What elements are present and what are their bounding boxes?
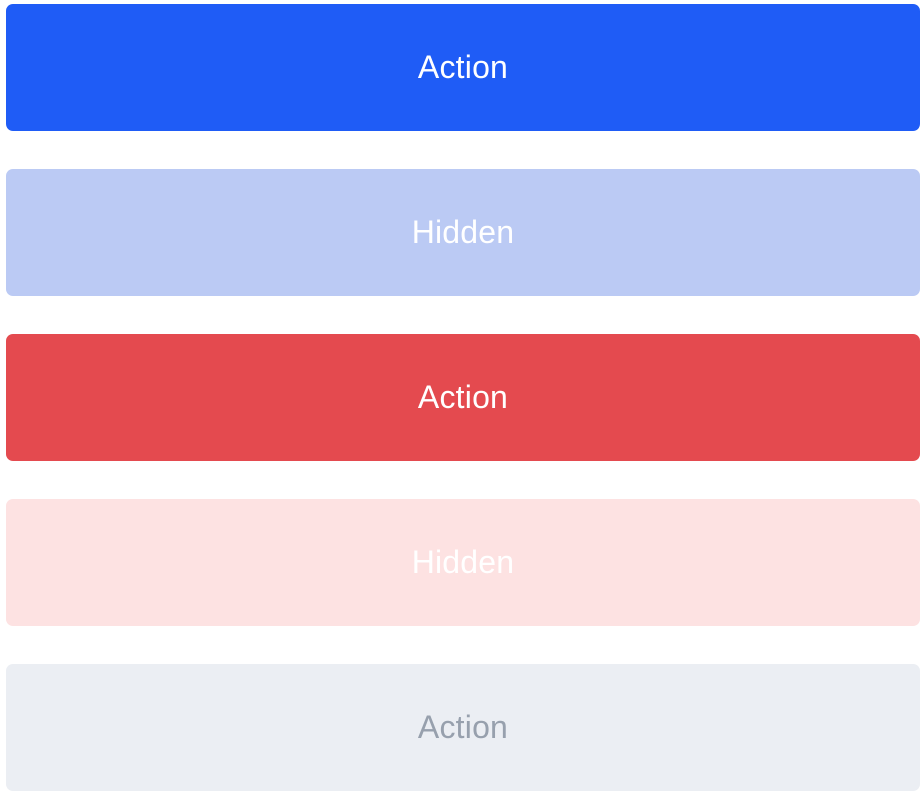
button-label: Action [417,709,509,745]
danger-hidden-button[interactable]: Hidden [6,499,920,626]
button-label: Hidden [411,544,515,580]
neutral-action-button[interactable]: Action [6,664,920,791]
button-label: Hidden [411,214,515,250]
primary-hidden-button[interactable]: Hidden [6,169,920,296]
danger-action-button[interactable]: Action [6,334,920,461]
button-stack: Action Hidden Action Hidden Action [6,4,920,791]
button-label: Action [417,49,509,85]
button-label: Action [417,379,509,415]
primary-action-button[interactable]: Action [6,4,920,131]
